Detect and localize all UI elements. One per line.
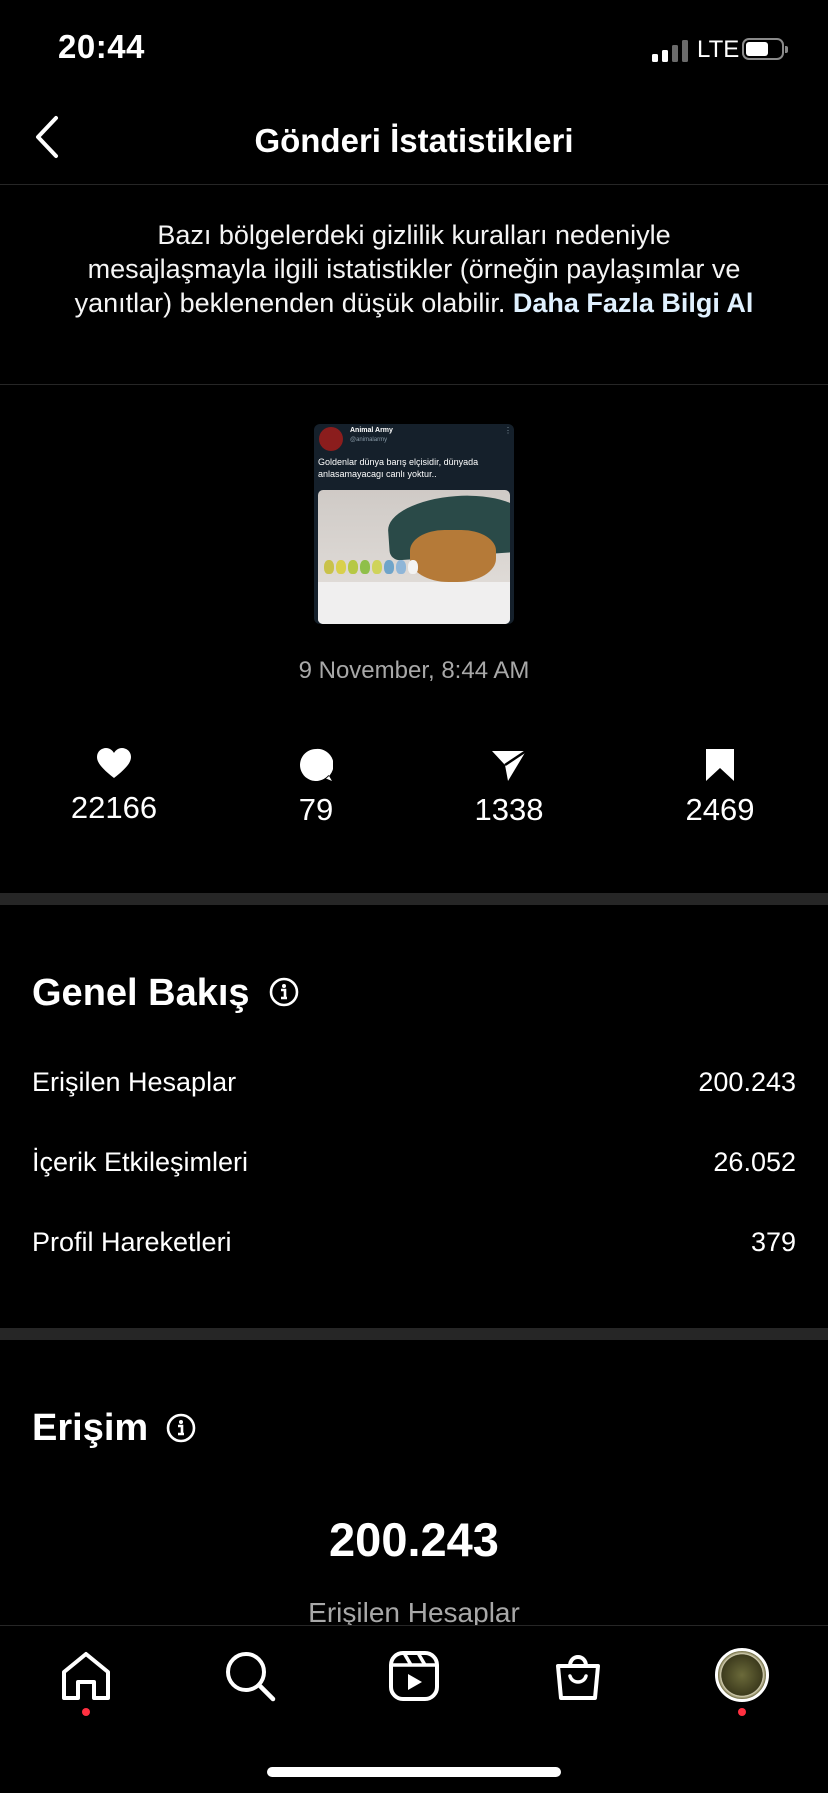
post-date: 9 November, 8:44 AM: [298, 657, 530, 684]
tweet-photo: [318, 490, 510, 624]
overview-title: Genel Bakış: [32, 972, 250, 1014]
post-thumbnail[interactable]: Animal Army @animalarmy ⋮ Goldenlar düny…: [314, 424, 514, 624]
overview-row-label: Profil Hareketleri: [32, 1227, 232, 1257]
bookmark-icon: [706, 749, 734, 781]
comments-count: 79: [298, 792, 334, 827]
header-divider: [0, 184, 828, 185]
more-icon: ⋮: [504, 426, 512, 435]
profile-avatar[interactable]: [715, 1648, 769, 1702]
reels-icon[interactable]: [386, 1648, 442, 1704]
heart-icon: [97, 748, 131, 778]
overview-row-value: 379: [750, 1227, 796, 1257]
page-title: Gönderi İstatistikleri: [254, 122, 574, 159]
network-label: LTE: [697, 36, 740, 63]
section-divider: [0, 893, 828, 905]
home-icon[interactable]: [58, 1648, 114, 1704]
comments-stat: 79: [236, 748, 396, 828]
battery-icon: [742, 38, 788, 60]
shop-icon[interactable]: [550, 1648, 606, 1704]
share-icon: [492, 749, 527, 781]
notice-divider: [0, 384, 828, 385]
home-indicator[interactable]: [267, 1767, 561, 1777]
section-divider: [0, 1328, 828, 1340]
overview-row-value: 26.052: [713, 1147, 796, 1177]
info-icon[interactable]: [269, 977, 299, 1007]
saves-stat: 2469: [640, 748, 800, 828]
tweet-name: Animal Army: [350, 427, 393, 434]
comment-icon: [300, 748, 333, 781]
shares-count: 1338: [474, 792, 544, 827]
profile-notification-dot: [738, 1708, 746, 1716]
overview-row-value: 200.243: [698, 1067, 796, 1097]
status-time: 20:44: [58, 28, 145, 65]
tweet-text: Goldenlar dünya barış elçisidir, dünyada…: [318, 457, 479, 479]
signal-icon: [652, 38, 688, 62]
likes-stat: 22166: [34, 748, 194, 826]
shares-stat: 1338: [429, 748, 589, 828]
privacy-notice: Bazı bölgelerdeki gizlilik kuralları ned…: [70, 218, 758, 320]
overview-row-label: Erişilen Hesaplar: [32, 1067, 237, 1097]
reach-value: 200.243: [329, 1513, 499, 1566]
reach-title: Erişim: [32, 1407, 149, 1449]
tweet-handle: @animalarmy: [350, 437, 388, 443]
overview-row-label: İçerik Etkileşimleri: [32, 1147, 249, 1177]
search-icon[interactable]: [222, 1648, 278, 1704]
home-notification-dot: [82, 1708, 90, 1716]
likes-count: 22166: [70, 790, 158, 825]
learn-more-link[interactable]: Daha Fazla Bilgi Al: [513, 288, 754, 318]
info-icon[interactable]: [166, 1413, 196, 1443]
saves-count: 2469: [685, 792, 755, 827]
tweet-avatar: [319, 427, 343, 451]
